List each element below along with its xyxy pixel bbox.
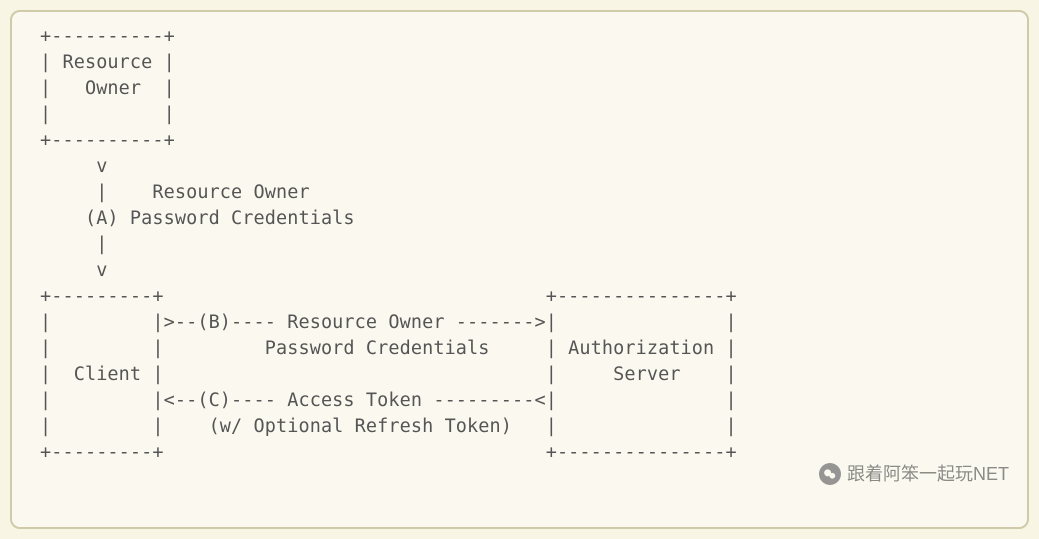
diagram-panel: +----------+ | Resource | | Owner | | | … bbox=[10, 10, 1029, 529]
wechat-icon bbox=[819, 463, 841, 485]
ascii-diagram: +----------+ | Resource | | Owner | | | … bbox=[12, 24, 1027, 466]
